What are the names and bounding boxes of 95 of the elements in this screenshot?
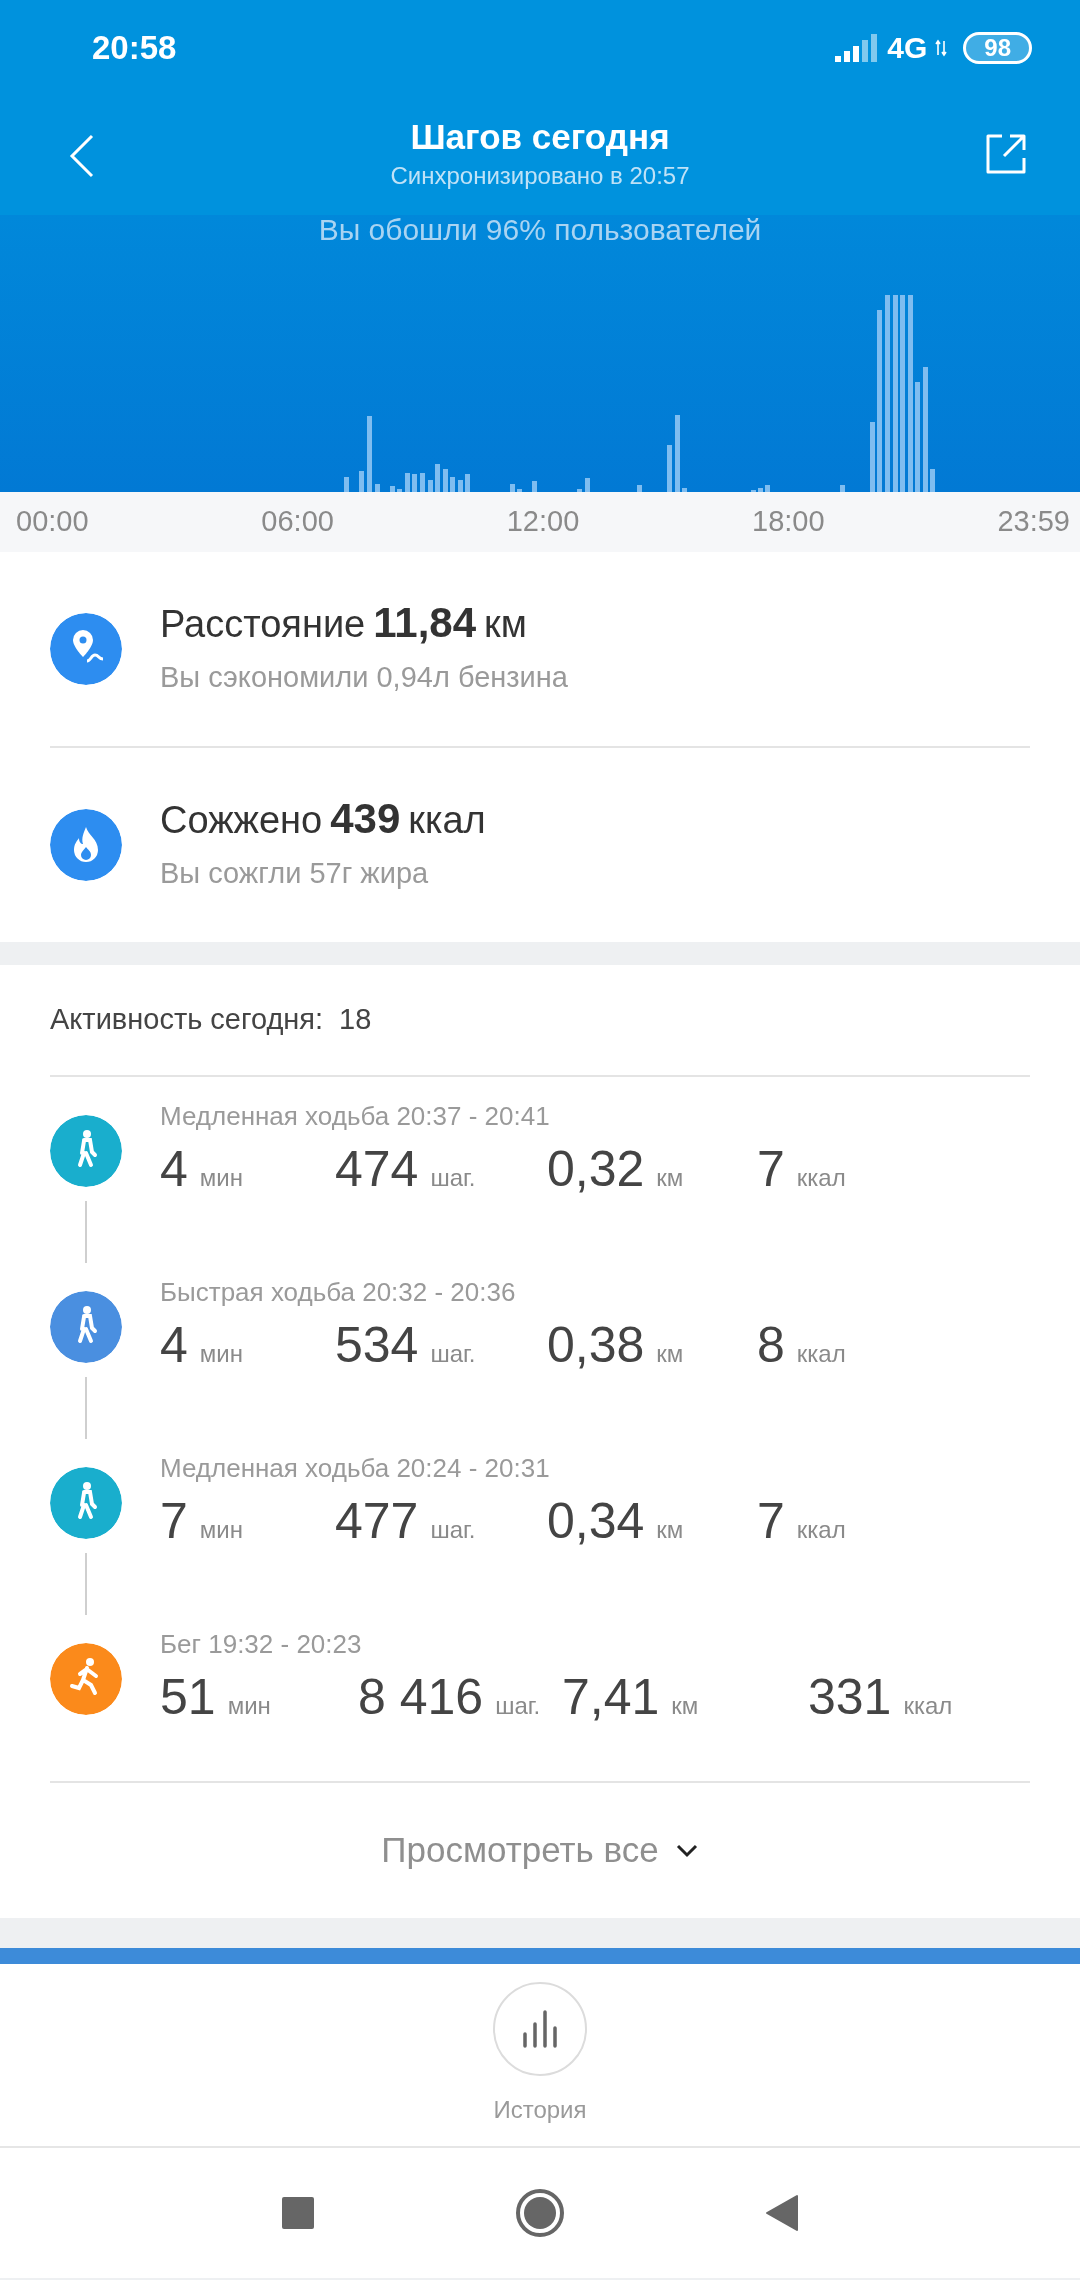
data-arrows-icon: [935, 38, 948, 57]
stat-value: 4: [160, 1318, 188, 1373]
stat-value: 474: [335, 1142, 419, 1197]
stat-value: 7: [160, 1494, 188, 1549]
chart-bar: [870, 422, 875, 492]
stat-unit: мин: [199, 1339, 243, 1369]
activity-title: Бег 19:32 - 20:23: [160, 1628, 363, 1661]
summary-value: 439: [330, 794, 401, 845]
chart-bar: [397, 489, 402, 492]
stat-value: 7,41: [562, 1670, 660, 1725]
battery-indicator: 98: [963, 31, 1032, 64]
stat-value: 534: [335, 1318, 419, 1373]
share-icon[interactable]: [984, 132, 1028, 176]
chart-bar: [359, 471, 364, 492]
chart-bar: [930, 469, 935, 492]
chart-bar: [405, 473, 410, 492]
activity-label: Активность сегодня:: [50, 1002, 324, 1038]
chart-bar: [443, 469, 448, 492]
stat-value: 4: [160, 1142, 188, 1197]
signal-icon: [835, 33, 880, 62]
activity-title: Медленная ходьба 20:24 - 20:31: [160, 1452, 551, 1485]
stat-unit: ккал: [903, 1691, 953, 1721]
chart-bar: [577, 489, 582, 492]
chart-bar: [450, 477, 455, 492]
recents-icon[interactable]: [281, 2196, 315, 2230]
stat-value: 477: [335, 1494, 419, 1549]
back-nav-icon[interactable]: [765, 2194, 799, 2232]
chart-bar: [667, 445, 672, 492]
summary-unit: ккал: [408, 798, 486, 844]
view-all-link[interactable]: Просмотреть все: [381, 1824, 699, 1877]
stat-value: 331: [808, 1670, 892, 1725]
stat-unit: км: [671, 1691, 699, 1721]
chart-bar: [390, 486, 395, 492]
home-icon[interactable]: [515, 2188, 565, 2238]
summary-value: 11,84: [373, 598, 477, 649]
activity-count: 18: [339, 1002, 372, 1038]
axis-label: 12:00: [506, 504, 580, 540]
chart-bar: [532, 481, 537, 492]
axis-label: 23:59: [997, 504, 1070, 540]
stat-unit: км: [656, 1515, 684, 1545]
chart-bar: [435, 464, 440, 492]
stat-unit: шаг.: [430, 1515, 476, 1545]
status-time: 20:58: [92, 27, 177, 68]
bar-chart-icon: [521, 2010, 559, 2048]
summary-note: Вы сожгли 57г жира: [160, 856, 430, 892]
stat-unit: мин: [199, 1515, 243, 1545]
sync-subtitle: Синхронизировано в 20:57: [390, 161, 690, 191]
flame-icon: [50, 809, 122, 881]
stat-unit: ккал: [796, 1515, 846, 1545]
summary-unit: км: [484, 602, 527, 648]
summary-label: Расстояние: [160, 602, 366, 648]
activity-title: Медленная ходьба 20:37 - 20:41: [160, 1100, 551, 1133]
page-title: Шагов сегодня: [410, 116, 670, 158]
chart-bar: [420, 473, 425, 492]
activity-title: Быстрая ходьба 20:32 - 20:36: [160, 1276, 517, 1309]
stat-unit: шаг.: [495, 1691, 541, 1721]
stat-value: 51: [160, 1670, 216, 1725]
stat-value: 8 416: [358, 1670, 484, 1725]
chart-bar: [412, 474, 417, 492]
stat-unit: ккал: [796, 1339, 846, 1369]
axis-label: 18:00: [752, 504, 825, 540]
stat-value: 0,34: [547, 1494, 645, 1549]
chart-bar: [465, 474, 470, 492]
history-label: История: [493, 2095, 587, 2125]
chart-bar: [637, 485, 642, 492]
chart-bar: [517, 489, 522, 492]
chart-bar: [765, 485, 770, 492]
stat-value: 7: [757, 1142, 785, 1197]
stat-value: 0,32: [547, 1142, 645, 1197]
stat-unit: км: [656, 1163, 684, 1193]
stat-unit: ккал: [796, 1163, 846, 1193]
stat-value: 8: [757, 1318, 785, 1373]
chart-bar: [510, 484, 515, 492]
stat-unit: мин: [199, 1163, 243, 1193]
stat-value: 0,38: [547, 1318, 645, 1373]
stat-unit: км: [656, 1339, 684, 1369]
axis-label: 06:00: [261, 504, 334, 540]
chevron-down-icon: [674, 1842, 699, 1859]
location-pin-icon: [50, 613, 122, 685]
stat-unit: мин: [227, 1691, 271, 1721]
network-label: 4G: [887, 30, 928, 66]
chart-bar: [585, 478, 590, 492]
summary-label: Сожжено: [160, 798, 323, 844]
chart-bar: [428, 480, 433, 492]
stat-unit: шаг.: [430, 1163, 476, 1193]
summary-note: Вы сэкономили 0,94л бензина: [160, 660, 568, 696]
ranking-caption: Вы обошли 96% пользователей: [317, 215, 763, 245]
chart-bar: [458, 480, 463, 492]
chart-bar: [375, 484, 380, 492]
chart-bar: [344, 477, 349, 492]
axis-label: 00:00: [16, 504, 89, 540]
stat-value: 7: [757, 1494, 785, 1549]
stat-unit: шаг.: [430, 1339, 476, 1369]
chart-bar: [840, 485, 845, 492]
back-icon[interactable]: [68, 133, 96, 179]
